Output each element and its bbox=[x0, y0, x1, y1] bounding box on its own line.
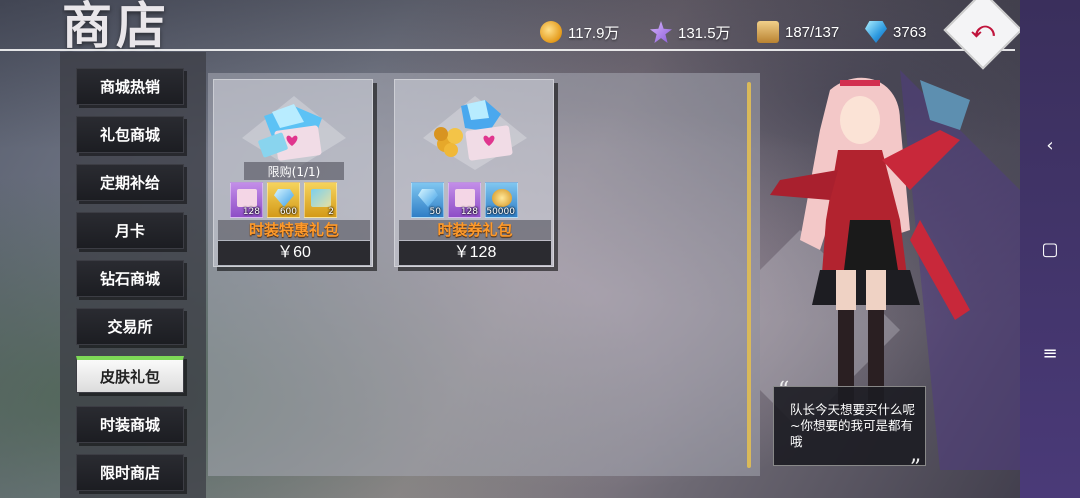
currency-box[interactable]: 187/137 bbox=[757, 18, 839, 46]
nav-menu-icon[interactable]: ≡ bbox=[1020, 338, 1080, 368]
nav-back-icon[interactable]: ‹ bbox=[1020, 130, 1080, 160]
coin-icon bbox=[540, 21, 562, 43]
menu-item-limited-store[interactable]: 限时商店 bbox=[76, 454, 184, 491]
currency-value: 187/137 bbox=[785, 23, 840, 41]
currency-value: 3763 bbox=[893, 23, 927, 41]
gift-pack-art-icon bbox=[423, 96, 527, 170]
item-slot[interactable]: 2 bbox=[304, 182, 337, 218]
currency-value: 117.9万 bbox=[568, 24, 620, 42]
menu-item-diamond-store[interactable]: 钻石商城 bbox=[76, 260, 184, 297]
currency-gold[interactable]: 117.9万 bbox=[540, 18, 619, 46]
scrollbar[interactable] bbox=[747, 82, 751, 468]
menu-item-monthly-card[interactable]: 月卡 bbox=[76, 212, 184, 249]
gold-coins-icon bbox=[492, 189, 512, 207]
star-icon bbox=[650, 21, 672, 43]
pink-ticket-icon bbox=[455, 189, 475, 207]
ticket-icon bbox=[311, 189, 331, 207]
item-slot[interactable]: 50 bbox=[411, 182, 444, 218]
page-title: 商店 bbox=[62, 0, 170, 52]
menu-item-hot-sales[interactable]: 商城热销 bbox=[76, 68, 184, 105]
item-quantity: 128 bbox=[460, 207, 478, 217]
item-slot[interactable]: 128 bbox=[448, 182, 481, 218]
product-name: 时装特惠礼包 bbox=[218, 220, 370, 240]
back-arrow-icon[interactable]: ⤺ bbox=[955, 2, 1011, 58]
box-icon bbox=[757, 21, 779, 43]
speech-bubble: “ 队长今天想要买什么呢~你想要的我可是都有哦 ” bbox=[773, 378, 926, 480]
diamond-icon bbox=[418, 189, 438, 207]
item-list: 50 128 50000 bbox=[411, 182, 539, 218]
price-button[interactable]: ￥128 bbox=[399, 241, 551, 265]
item-slot[interactable]: 50000 bbox=[485, 182, 518, 218]
header-divider bbox=[0, 49, 1015, 51]
item-slot[interactable]: 128 bbox=[230, 182, 263, 218]
nav-home-icon[interactable]: ▢ bbox=[1020, 234, 1080, 264]
quote-close-icon: ” bbox=[909, 456, 921, 481]
item-quantity: 2 bbox=[328, 207, 334, 217]
item-list: 128 600 2 bbox=[230, 182, 358, 218]
menu-item-gift-packs[interactable]: 礼包商城 bbox=[76, 116, 184, 153]
item-quantity: 50000 bbox=[486, 207, 515, 217]
quote-open-icon: “ bbox=[778, 378, 790, 403]
item-slot[interactable]: 600 bbox=[267, 182, 300, 218]
currency-diamond[interactable]: 3763 bbox=[865, 18, 926, 46]
menu-item-exchange[interactable]: 交易所 bbox=[76, 308, 184, 345]
item-quantity: 600 bbox=[279, 207, 297, 217]
pink-ticket-icon bbox=[237, 189, 257, 207]
gem-icon bbox=[865, 21, 887, 43]
price-button[interactable]: ￥60 bbox=[218, 241, 370, 265]
currency-star[interactable]: 131.5万 bbox=[650, 18, 731, 46]
product-card[interactable]: 50 128 50000 时装券礼包 ￥128 bbox=[394, 79, 554, 267]
item-quantity: 128 bbox=[242, 207, 260, 217]
speech-text: 队长今天想要买什么呢~你想要的我可是都有哦 bbox=[790, 402, 916, 449]
purchase-limit: 限购(1/1) bbox=[244, 162, 344, 180]
gift-pack-art-icon bbox=[242, 96, 346, 170]
diamond-icon bbox=[274, 189, 294, 207]
currency-value: 131.5万 bbox=[678, 24, 731, 42]
menu-item-supply[interactable]: 定期补给 bbox=[76, 164, 184, 201]
item-quantity: 50 bbox=[429, 207, 441, 217]
product-name: 时装券礼包 bbox=[399, 220, 551, 240]
product-card[interactable]: 限购(1/1) 128 600 2 时装特惠礼包 ￥60 bbox=[213, 79, 373, 267]
menu-item-skin-packs[interactable]: 皮肤礼包 bbox=[76, 356, 184, 393]
menu-item-fashion-store[interactable]: 时装商城 bbox=[76, 406, 184, 443]
